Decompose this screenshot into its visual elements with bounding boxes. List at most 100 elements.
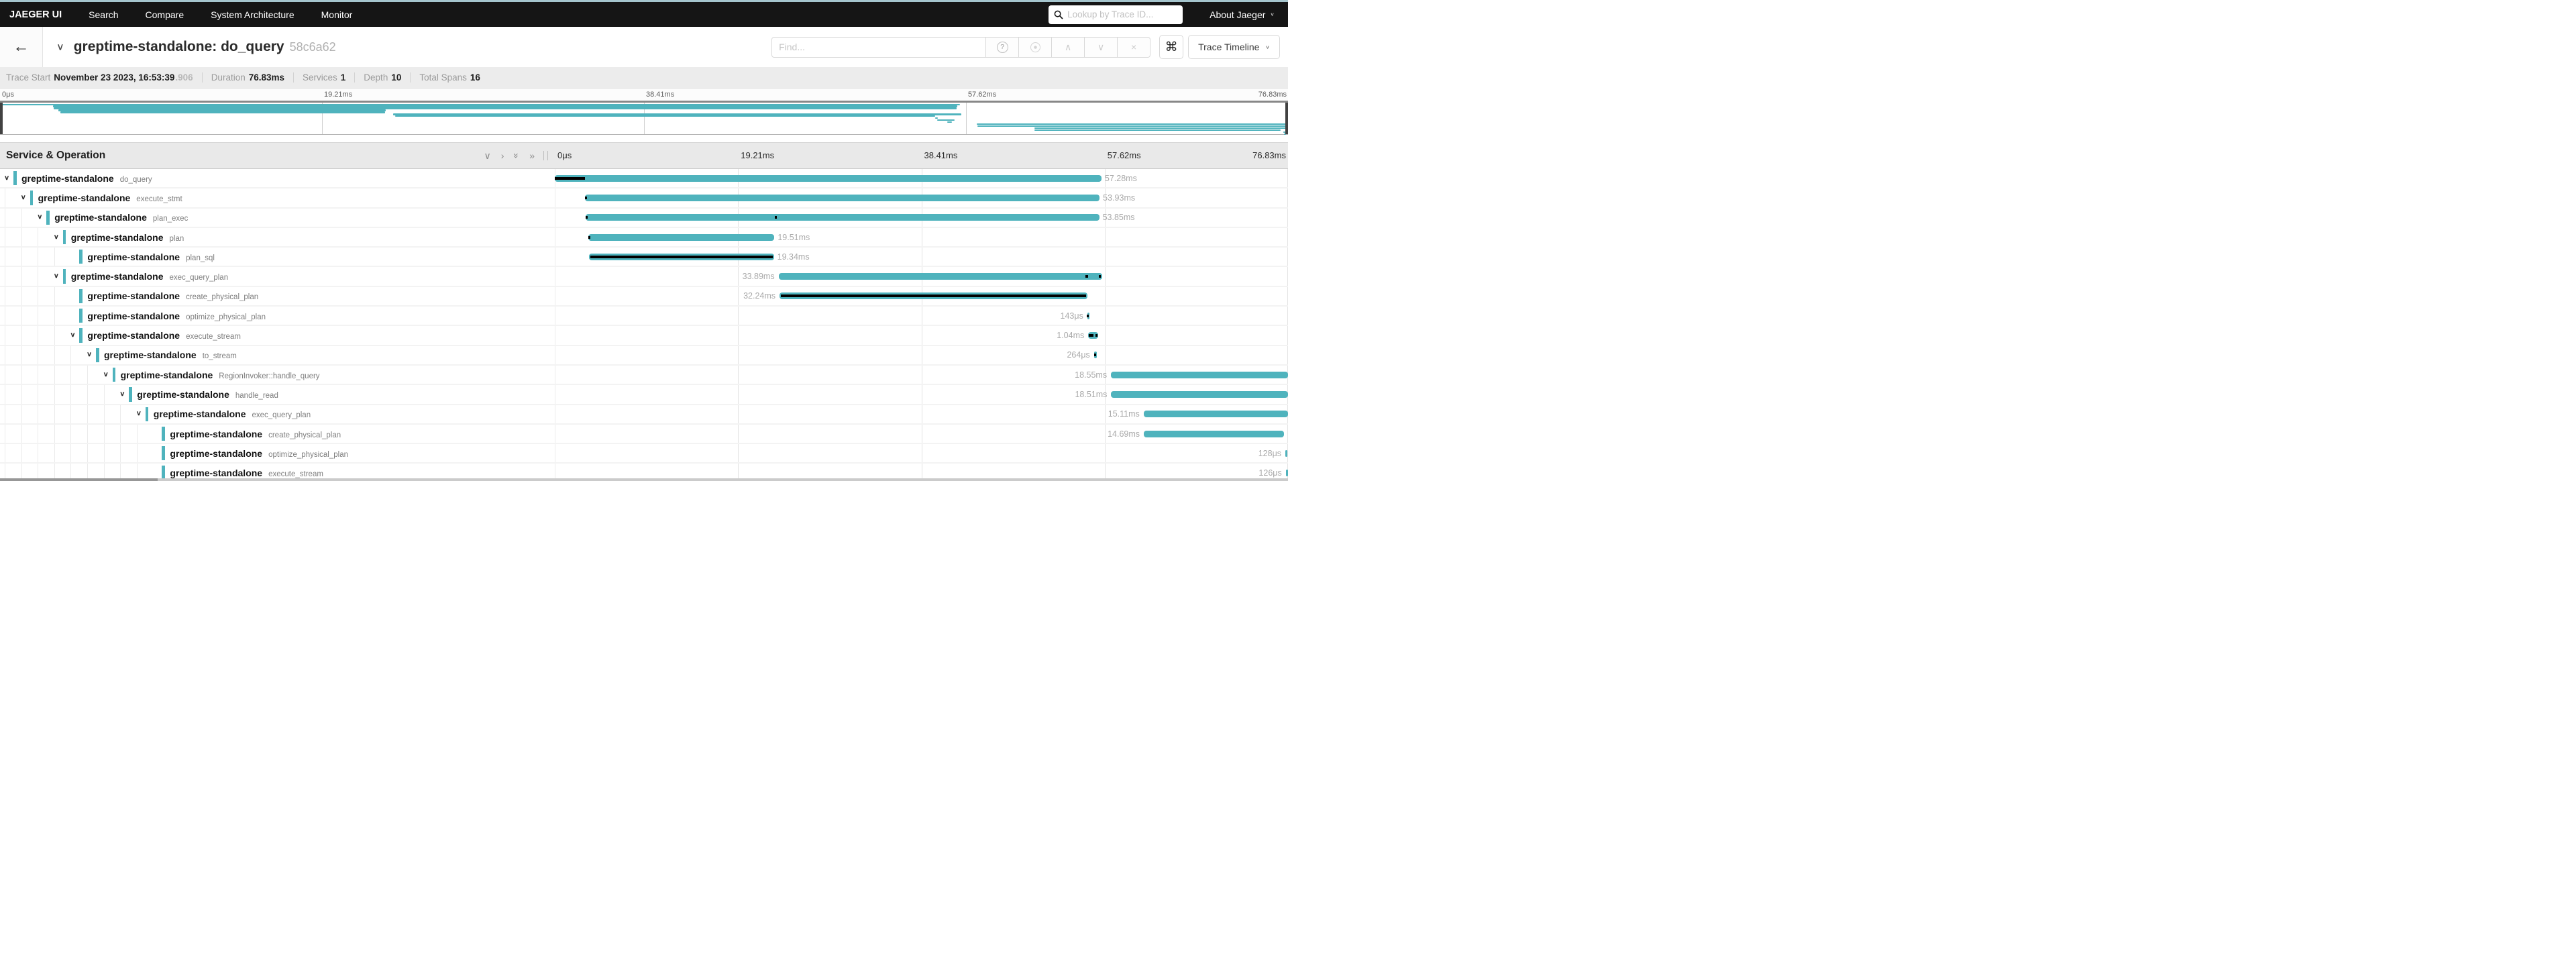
back-button[interactable]: ← (0, 27, 43, 67)
span-timeline-cell[interactable]: 53.85ms (555, 209, 1288, 227)
span-row[interactable]: ∨greptime-standaloneexecute_stmt 53.93ms (0, 189, 1288, 208)
span-timeline-cell[interactable]: 18.55ms (555, 366, 1288, 384)
expand-all-icon[interactable]: » (529, 151, 535, 160)
span-duration-label: 53.93ms (1099, 189, 1135, 207)
span-row[interactable]: ∨greptime-standaloneplan_exec53.85ms (0, 209, 1288, 228)
span-row[interactable]: greptime-standalonecreate_physical_plan3… (0, 287, 1288, 307)
span-name-cell[interactable]: ∨greptime-standaloneexec_query_plan (0, 405, 555, 423)
keyboard-shortcuts-button[interactable]: ⌘ (1159, 35, 1183, 59)
column-resize-grip[interactable] (543, 151, 548, 160)
span-name-cell[interactable]: greptime-standalonecreate_physical_plan (0, 287, 555, 305)
minimap-left-handle[interactable] (0, 103, 3, 134)
span-timeline-cell[interactable]: 33.89ms (555, 267, 1288, 285)
find-help-button[interactable]: ? (986, 37, 1019, 58)
span-collapse-chevron-icon[interactable]: ∨ (54, 272, 59, 280)
span-name-cell[interactable]: ∨greptime-standaloneexecute_stream (0, 326, 555, 344)
span-collapse-chevron-icon[interactable]: ∨ (4, 174, 9, 181)
trace-id-search-box[interactable] (1049, 5, 1183, 24)
horizontal-scrollbar-thumb[interactable] (0, 478, 158, 481)
span-row[interactable]: ∨greptime-standaloneexecute_stream1.04ms (0, 326, 1288, 345)
span-row[interactable]: greptime-standalonecreate_physical_plan1… (0, 425, 1288, 444)
horizontal-scrollbar[interactable] (0, 478, 1288, 481)
trace-minimap[interactable] (0, 101, 1288, 135)
span-timeline-cell[interactable]: 53.93ms (555, 189, 1288, 207)
trace-view-selector[interactable]: Trace Timeline ∨ (1188, 35, 1280, 59)
span-name-cell[interactable]: ∨greptime-standaloneRegionInvoker::handl… (0, 366, 555, 384)
nav-item-monitor[interactable]: Monitor (321, 9, 353, 20)
trace-id-search-input[interactable] (1067, 9, 1177, 19)
span-name-cell[interactable]: greptime-standaloneoptimize_physical_pla… (0, 307, 555, 325)
span-row[interactable]: greptime-standaloneoptimize_physical_pla… (0, 307, 1288, 326)
span-timeline-cell[interactable]: 32.24ms (555, 287, 1288, 305)
span-row[interactable]: ∨greptime-standaloneRegionInvoker::handl… (0, 366, 1288, 385)
find-next-button[interactable]: ∨ (1085, 37, 1118, 58)
indent-guide (120, 405, 121, 423)
service-operation-header: Service & Operation ∨ › » » (0, 143, 555, 168)
span-row[interactable]: ∨greptime-standaloneexec_query_plan15.11… (0, 405, 1288, 425)
span-timeline-cell[interactable]: 143μs (555, 307, 1288, 325)
span-timeline-cell[interactable]: 1.04ms (555, 326, 1288, 344)
span-duration-bar[interactable] (1144, 411, 1288, 417)
span-duration-bar[interactable] (586, 214, 1099, 221)
span-name-cell[interactable]: ∨greptime-standalonedo_query (0, 169, 555, 187)
span-collapse-chevron-icon[interactable]: ∨ (103, 370, 109, 378)
span-name-cell[interactable]: greptime-standaloneoptimize_physical_pla… (0, 444, 555, 462)
span-timeline-cell[interactable]: 14.69ms (555, 425, 1288, 443)
span-name-cell[interactable]: greptime-standaloneplan_sql (0, 248, 555, 266)
span-duration-bar[interactable] (1111, 372, 1288, 378)
about-jaeger-menu[interactable]: About Jaeger ∨ (1210, 9, 1275, 20)
span-timeline-cell[interactable]: 19.34ms (555, 248, 1288, 266)
expand-one-icon[interactable]: › (501, 151, 504, 160)
nav-item-search[interactable]: Search (89, 9, 118, 20)
span-row[interactable]: greptime-standaloneoptimize_physical_pla… (0, 444, 1288, 464)
span-row[interactable]: ∨ greptime-standalonehandle_read 18.51ms (0, 385, 1288, 405)
meta-value: November 23 2023, 16:53:39 (54, 72, 174, 83)
span-collapse-chevron-icon[interactable]: ∨ (54, 233, 59, 240)
span-duration-bar[interactable] (1285, 450, 1287, 457)
span-duration-bar[interactable] (1286, 470, 1288, 476)
find-input[interactable] (771, 37, 986, 58)
span-row[interactable]: ∨greptime-standalonedo_query57.28ms (0, 169, 1288, 189)
nav-item-compare[interactable]: Compare (146, 9, 184, 20)
span-collapse-chevron-icon[interactable]: ∨ (136, 410, 142, 417)
span-row[interactable]: ∨ greptime-standaloneplan 19.51ms (0, 228, 1288, 248)
span-name-cell[interactable]: ∨ greptime-standalonehandle_read (0, 385, 555, 403)
span-name-cell[interactable]: ∨greptime-standaloneplan_exec (0, 209, 555, 227)
collapse-all-icon[interactable]: » (512, 153, 521, 158)
collapse-one-icon[interactable]: ∨ (484, 151, 490, 160)
span-name-cell[interactable]: ∨greptime-standaloneexecute_stmt (0, 189, 555, 207)
find-clear-button[interactable]: × (1118, 37, 1150, 58)
span-duration-bar[interactable] (1111, 391, 1287, 398)
span-service-name: greptime-standalonehandle_read (137, 389, 278, 400)
span-collapse-chevron-icon[interactable]: ∨ (70, 331, 75, 338)
jaeger-ui-logo[interactable]: JAEGER UI (9, 9, 62, 20)
span-service-name: greptime-standaloneplan (71, 232, 184, 243)
span-row[interactable]: greptime-standaloneplan_sql19.34ms (0, 248, 1288, 267)
find-focus-button[interactable] (1019, 37, 1052, 58)
span-name-cell[interactable]: ∨ greptime-standaloneplan (0, 228, 555, 246)
span-duration-bar[interactable] (585, 195, 1099, 201)
span-duration-bar[interactable] (588, 234, 775, 241)
span-row[interactable]: ∨greptime-standaloneto_stream264μs (0, 346, 1288, 366)
nav-item-system-architecture[interactable]: System Architecture (211, 9, 294, 20)
span-timeline-cell[interactable]: 15.11ms (555, 405, 1288, 423)
span-timeline-cell[interactable]: 19.51ms (555, 228, 1288, 246)
span-collapse-chevron-icon[interactable]: ∨ (87, 351, 92, 358)
span-name-cell[interactable]: ∨greptime-standaloneexec_query_plan (0, 267, 555, 285)
span-timeline-cell[interactable]: 57.28ms (555, 169, 1288, 187)
trace-header-collapse-icon[interactable]: ∨ (56, 41, 64, 53)
span-duration-bar[interactable] (779, 273, 1102, 280)
span-timeline-cell[interactable]: 18.51ms (555, 385, 1288, 403)
span-name-cell[interactable]: greptime-standalonecreate_physical_plan (0, 425, 555, 443)
minimap-right-handle[interactable] (1285, 103, 1288, 134)
span-timeline-cell[interactable]: 264μs (555, 346, 1288, 364)
span-duration-bar[interactable] (555, 175, 1102, 182)
span-collapse-chevron-icon[interactable]: ∨ (119, 390, 125, 397)
span-row[interactable]: ∨greptime-standaloneexec_query_plan33.89… (0, 267, 1288, 286)
find-prev-button[interactable]: ∧ (1052, 37, 1085, 58)
span-name-cell[interactable]: ∨greptime-standaloneto_stream (0, 346, 555, 364)
span-timeline-cell[interactable]: 128μs (555, 444, 1288, 462)
span-duration-bar[interactable] (1144, 431, 1284, 437)
span-collapse-chevron-icon[interactable]: ∨ (37, 213, 42, 221)
span-collapse-chevron-icon[interactable]: ∨ (21, 193, 26, 201)
